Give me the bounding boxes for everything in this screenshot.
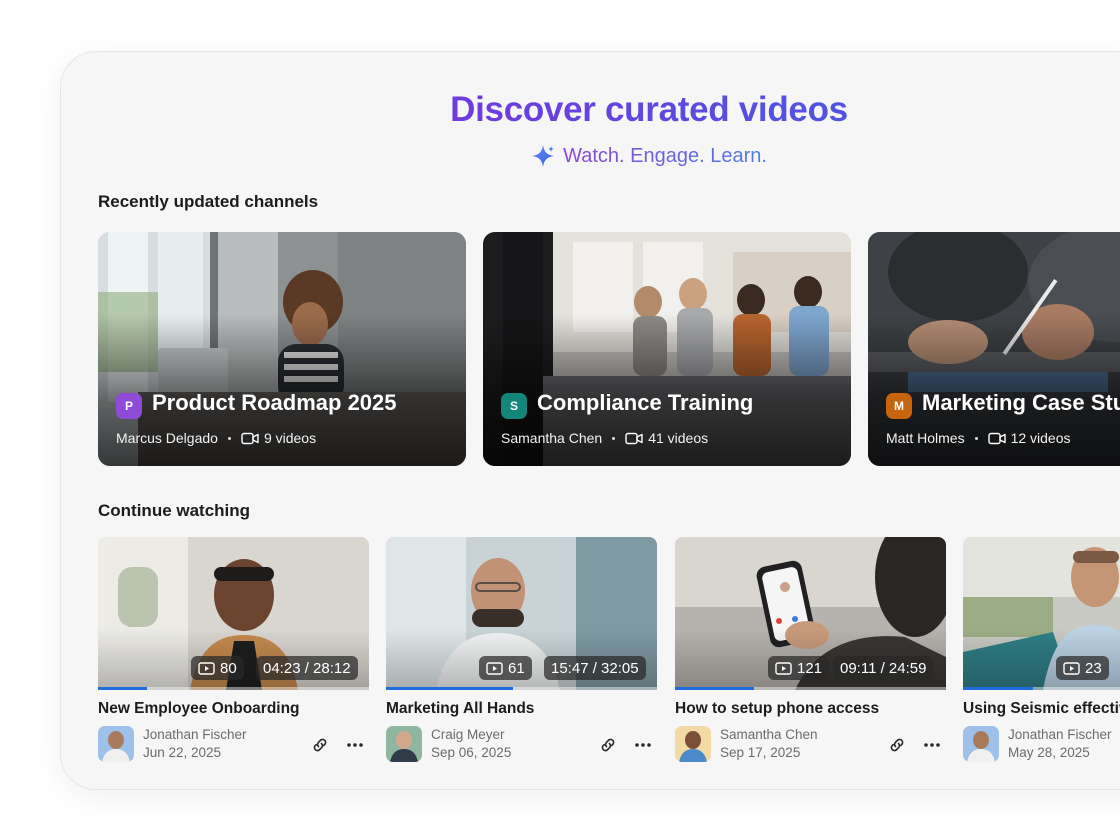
video-date: Sep 06, 2025: [431, 745, 512, 760]
video-meta: Jonathan Fischer May 28, 2025: [963, 726, 1120, 764]
channel-owner: Marcus Delgado: [116, 430, 218, 446]
video-camera-icon: [241, 432, 259, 444]
video-author: Craig Meyer: [431, 727, 505, 742]
view-count-badge: 80: [191, 656, 244, 680]
playback-time: 15:47 / 32:05: [544, 656, 646, 680]
play-icon: [198, 661, 215, 675]
more-horizontal-icon[interactable]: [632, 734, 654, 756]
subtitle-text: Watch. Engage. Learn.: [563, 144, 767, 167]
progress-track: [675, 687, 946, 690]
progress-fill: [386, 687, 514, 690]
view-count: 23: [1085, 659, 1102, 677]
page-title: Discover curated videos: [61, 90, 1120, 130]
video-title[interactable]: Using Seismic effectiv: [963, 700, 1120, 718]
channel-card[interactable]: S Compliance Training Samantha Chen 41 v…: [483, 232, 851, 466]
play-icon: [1063, 661, 1080, 675]
progress-fill: [98, 687, 147, 690]
channel-name: Marketing Case Stu: [922, 390, 1120, 415]
channel-meta: Matt Holmes 12 videos: [886, 430, 1071, 446]
video-meta: Craig Meyer Sep 06, 2025: [386, 726, 657, 764]
video-date: May 28, 2025: [1008, 745, 1090, 760]
separator-dot: [612, 436, 616, 440]
video-thumbnail[interactable]: 121 09:11 / 24:59: [675, 537, 946, 690]
video-thumbnail[interactable]: 61 15:47 / 32:05: [386, 537, 657, 690]
channel-badge: S: [501, 393, 527, 419]
link-icon[interactable]: [597, 734, 619, 756]
channel-meta: Samantha Chen 41 videos: [501, 430, 708, 446]
separator-dot: [974, 436, 978, 440]
progress-fill: [675, 687, 754, 690]
video-card[interactable]: 80 04:23 / 28:12 New Employee Onboarding…: [98, 537, 369, 764]
video-author: Jonathan Fischer: [143, 727, 247, 742]
channel-name: Product Roadmap 2025: [152, 390, 397, 415]
channel-badge: P: [116, 393, 142, 419]
video-author: Jonathan Fischer: [1008, 727, 1112, 742]
view-count: 121: [797, 659, 823, 677]
video-card[interactable]: 23 Using Seismic effectiv Jonathan Fisch…: [963, 537, 1120, 764]
view-count-badge: 23: [1056, 656, 1109, 680]
play-icon: [486, 661, 503, 675]
avatar: [963, 726, 999, 762]
channel-video-count: 12 videos: [1010, 430, 1071, 446]
playback-time: 04:23 / 28:12: [256, 656, 358, 680]
section-title-continue: Continue watching: [98, 501, 251, 520]
link-icon[interactable]: [309, 734, 331, 756]
channel-card[interactable]: P Product Roadmap 2025 Marcus Delgado 9 …: [98, 232, 466, 466]
channel-meta: Marcus Delgado 9 videos: [116, 430, 316, 446]
progress-track: [98, 687, 369, 690]
view-count: 80: [220, 659, 237, 677]
page-subtitle: Watch. Engage. Learn.: [61, 144, 1120, 168]
view-count-badge: 121: [768, 656, 830, 680]
avatar: [675, 726, 711, 762]
avatar: [98, 726, 134, 762]
more-horizontal-icon[interactable]: [344, 734, 366, 756]
channel-badge: M: [886, 393, 912, 419]
video-camera-icon: [625, 432, 643, 444]
video-camera-icon: [987, 432, 1006, 444]
view-count-badge: 61: [479, 656, 532, 680]
progress-fill: [963, 687, 1034, 690]
playback-time: 09:11 / 24:59: [833, 656, 934, 680]
video-author: Samantha Chen: [720, 727, 818, 742]
channel-video-count: 41 videos: [648, 430, 709, 446]
progress-track: [963, 687, 1120, 690]
play-icon: [775, 661, 792, 675]
separator-dot: [227, 436, 231, 440]
more-horizontal-icon[interactable]: [921, 734, 943, 756]
video-card[interactable]: 61 15:47 / 32:05 Marketing All Hands Cra…: [386, 537, 657, 764]
link-icon[interactable]: [886, 734, 908, 756]
video-thumbnail[interactable]: 80 04:23 / 28:12: [98, 537, 369, 690]
section-title-channels: Recently updated channels: [98, 192, 319, 211]
video-date: Jun 22, 2025: [143, 745, 222, 760]
avatar: [386, 726, 422, 762]
channel-video-count: 9 videos: [263, 430, 317, 446]
video-thumbnail[interactable]: 23: [963, 537, 1120, 690]
video-title[interactable]: New Employee Onboarding: [98, 700, 369, 718]
video-title[interactable]: How to setup phone access: [675, 700, 946, 718]
sparkle-icon: [532, 145, 555, 167]
channel-owner: Matt Holmes: [886, 430, 965, 446]
view-count: 61: [508, 659, 525, 677]
video-card[interactable]: 121 09:11 / 24:59 How to setup phone acc…: [675, 537, 946, 764]
video-meta: Jonathan Fischer Jun 22, 2025: [98, 726, 369, 764]
video-meta: Samantha Chen Sep 17, 2025: [675, 726, 946, 764]
progress-track: [386, 687, 657, 690]
main-panel: Discover curated videos Watch. Engage. L…: [60, 51, 1120, 790]
channel-card[interactable]: M Marketing Case Stu Matt Holmes 12 vide…: [868, 232, 1120, 466]
video-title[interactable]: Marketing All Hands: [386, 700, 657, 718]
video-date: Sep 17, 2025: [720, 745, 801, 760]
channel-owner: Samantha Chen: [501, 430, 603, 446]
channel-name: Compliance Training: [537, 390, 754, 415]
